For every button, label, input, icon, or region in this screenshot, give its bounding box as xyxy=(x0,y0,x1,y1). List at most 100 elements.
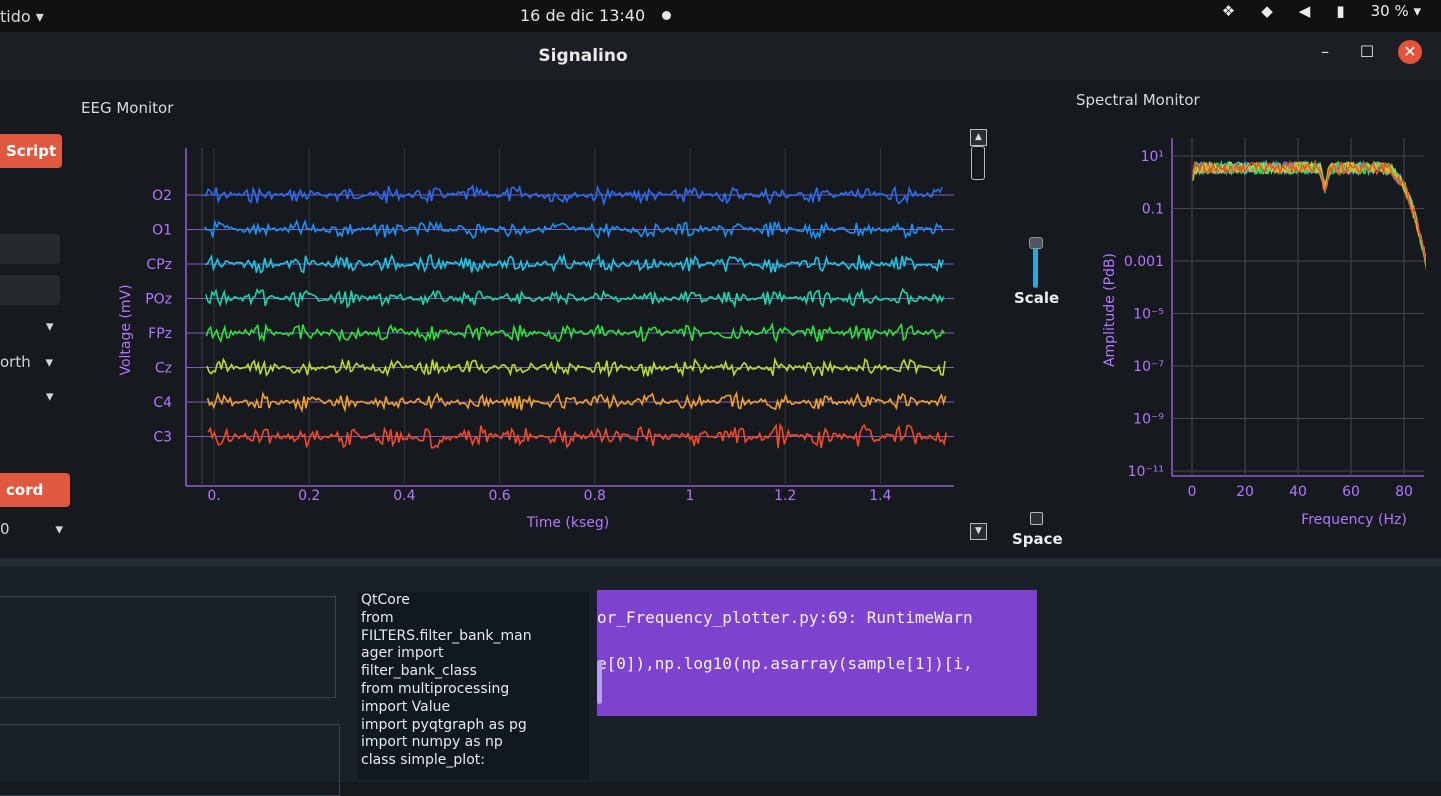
eeg-x-axis-label: Time (kseg) xyxy=(526,515,610,531)
left-input-2[interactable] xyxy=(0,275,60,305)
left-control-panel: Script ▾ orth ▾ ▾ cord 0 ▾ xyxy=(0,80,72,580)
scroll-down-button[interactable]: ▼ xyxy=(970,523,987,540)
wifi-icon[interactable]: ◆ xyxy=(1261,2,1273,20)
battery-icon[interactable]: ▮ xyxy=(1336,2,1344,20)
bottom-left-box-1 xyxy=(0,596,336,698)
maximize-button[interactable]: ☐ xyxy=(1355,40,1379,64)
scroll-up-button[interactable]: ▲ xyxy=(970,129,987,146)
space-checkbox[interactable] xyxy=(1030,512,1043,525)
code-line: class simple_plot: xyxy=(361,752,485,769)
eeg-trace-poz xyxy=(205,287,945,309)
clock[interactable]: 16 de dic 13:40 xyxy=(520,6,645,25)
record-button[interactable]: cord xyxy=(0,473,70,507)
console-line-1: or_Frequency_plotter.py:69: RuntimeWarn xyxy=(597,608,973,627)
code-line: import numpy as np xyxy=(361,734,503,751)
spectral-y-tick-label: 10⁻⁹ xyxy=(1133,412,1164,428)
eeg-trace-o2 xyxy=(203,183,943,207)
spectral-trace xyxy=(1192,159,1428,268)
spectral-y-tick-label: 0.001 xyxy=(1124,254,1164,270)
eeg-x-tick-label: 0.4 xyxy=(393,488,415,504)
spectral-y-tick-label: 0.1 xyxy=(1142,202,1164,218)
script-button[interactable]: Script xyxy=(0,134,63,168)
spectral-plot[interactable]: 10¹ 0.1 0.001 10⁻⁵ 10⁻⁷ 10⁻⁹ 10⁻¹¹ 0 20 40 60 80 Am… xyxy=(1086,120,1428,540)
spectral-trace xyxy=(1192,159,1428,266)
eeg-plot-svg: O2 O1 CPz POz FPz Cz C4 C3 0. 0.2 0.4 0.6 0.8 1 1.2 1.4… xyxy=(118,148,954,531)
spectral-y-tick-label: 10⁻⁷ xyxy=(1133,359,1164,375)
filter-type-label: orth xyxy=(0,353,31,371)
eeg-vertical-scrollbar[interactable]: ▲ ▼ xyxy=(968,126,988,542)
eeg-x-tick-label: 0.2 xyxy=(298,488,320,504)
code-line: QtCore xyxy=(361,592,410,608)
eeg-channel-label: O1 xyxy=(152,223,172,239)
eeg-channel-label: FPz xyxy=(148,326,172,342)
spectral-trace xyxy=(1192,159,1428,272)
code-line: import pyqtgraph as pg xyxy=(361,716,527,733)
close-button[interactable]: ✕ xyxy=(1398,40,1422,64)
minimize-button[interactable]: – xyxy=(1313,40,1337,64)
left-combo-3-arrow[interactable]: ▾ xyxy=(46,387,54,405)
eeg-x-tick-label: 0.6 xyxy=(488,488,510,504)
scale-slider-fill xyxy=(1033,247,1038,288)
spectral-trace xyxy=(1192,160,1428,269)
bottom-left-box-2 xyxy=(0,724,340,796)
left-input-1[interactable] xyxy=(0,234,60,264)
eeg-y-axis-label: Voltage (mV) xyxy=(118,284,134,375)
eeg-plot[interactable]: O2 O1 CPz POz FPz Cz C4 C3 0. 0.2 0.4 0.6 0.8 1 1.2 1.4… xyxy=(92,120,962,540)
spectral-monitor-title: Spectral Monitor xyxy=(1076,91,1200,109)
spectral-x-axis-label: Frequency (Hz) xyxy=(1301,512,1407,528)
space-label: Space xyxy=(1012,530,1063,548)
left-combo-1-arrow[interactable]: ▾ xyxy=(46,317,54,335)
spectral-y-tick-label: 10⁻¹¹ xyxy=(1128,464,1164,480)
dropbox-icon[interactable]: ❖ xyxy=(1222,2,1235,20)
eeg-channel-label: Cz xyxy=(155,361,172,377)
eeg-x-tick-label: 0.8 xyxy=(584,488,606,504)
console-scrollbar[interactable] xyxy=(597,660,602,704)
eeg-x-tick-label: 1.2 xyxy=(774,488,796,504)
scale-label: Scale xyxy=(1014,289,1060,307)
code-line: from multiprocessing xyxy=(361,680,510,697)
system-tray[interactable]: ❖ ◆ ◀ ▮ 30 % ▾ xyxy=(1222,2,1421,20)
window-titlebar: Signalino – ☐ ✕ xyxy=(0,32,1441,80)
eeg-channel-label: C4 xyxy=(153,395,172,411)
eeg-monitor-title: EEG Monitor xyxy=(81,99,174,117)
eeg-channel-label: C3 xyxy=(153,430,172,446)
spectral-trace xyxy=(1192,160,1428,263)
bottom-panel: QtCore from FILTERS.filter_bank_man ager im… xyxy=(0,558,1441,796)
spectral-x-tick-label: 20 xyxy=(1236,484,1254,500)
filter-type-combo[interactable]: orth ▾ xyxy=(0,353,53,371)
eeg-x-tick-label: 1.4 xyxy=(869,488,891,504)
window-title: Signalino xyxy=(538,46,628,66)
scroll-thumb[interactable] xyxy=(971,146,985,180)
left-combo-4[interactable]: 0 ▾ xyxy=(0,520,63,538)
activities-menu[interactable]: tido ▾ xyxy=(0,7,44,26)
spectral-y-tick-label: 10¹ xyxy=(1141,149,1164,165)
code-editor[interactable]: QtCore from FILTERS.filter_bank_man ager im… xyxy=(358,592,589,780)
spectral-x-tick-label: 80 xyxy=(1395,484,1413,500)
left-combo-4-value: 0 xyxy=(0,520,10,538)
system-top-bar: tido ▾ 16 de dic 13:40 ❖ ◆ ◀ ▮ 30 % ▾ xyxy=(0,0,1441,32)
console-line-2: e[0]),np.log10(np.asarray(sample[1])[i, xyxy=(597,654,973,673)
eeg-channel-label: POz xyxy=(145,292,172,308)
spectral-trace xyxy=(1192,159,1428,265)
spectral-x-tick-label: 0 xyxy=(1188,484,1197,500)
volume-icon[interactable]: ◀ xyxy=(1299,2,1311,20)
eeg-channel-label: O2 xyxy=(152,188,172,204)
code-line: filter_bank_class xyxy=(361,663,477,680)
code-line: from xyxy=(361,609,394,626)
battery-level[interactable]: 30 % ▾ xyxy=(1371,2,1421,20)
console-output[interactable]: or_Frequency_plotter.py:69: RuntimeWarn … xyxy=(597,590,1037,716)
spectral-x-tick-label: 40 xyxy=(1289,484,1307,500)
scale-slider-handle[interactable] xyxy=(1029,237,1043,249)
eeg-channel-label: CPz xyxy=(146,257,172,273)
code-line: import Value xyxy=(361,698,451,715)
eeg-x-tick-label: 0. xyxy=(207,488,220,504)
code-line: ager import xyxy=(361,645,444,662)
spectral-y-tick-label: 10⁻⁵ xyxy=(1133,307,1164,323)
notification-dot xyxy=(662,11,671,20)
code-line: FILTERS.filter_bank_man xyxy=(361,627,532,644)
bottom-separator xyxy=(0,558,1441,566)
eeg-x-tick-label: 1 xyxy=(686,488,695,504)
spectral-plot-svg: 10¹ 0.1 0.001 10⁻⁵ 10⁻⁷ 10⁻⁹ 10⁻¹¹ 0 20 40 60 80 Am… xyxy=(1102,138,1428,528)
spectral-x-tick-label: 60 xyxy=(1342,484,1360,500)
spectral-y-axis-label: Amplitude (PdB) xyxy=(1102,253,1118,367)
